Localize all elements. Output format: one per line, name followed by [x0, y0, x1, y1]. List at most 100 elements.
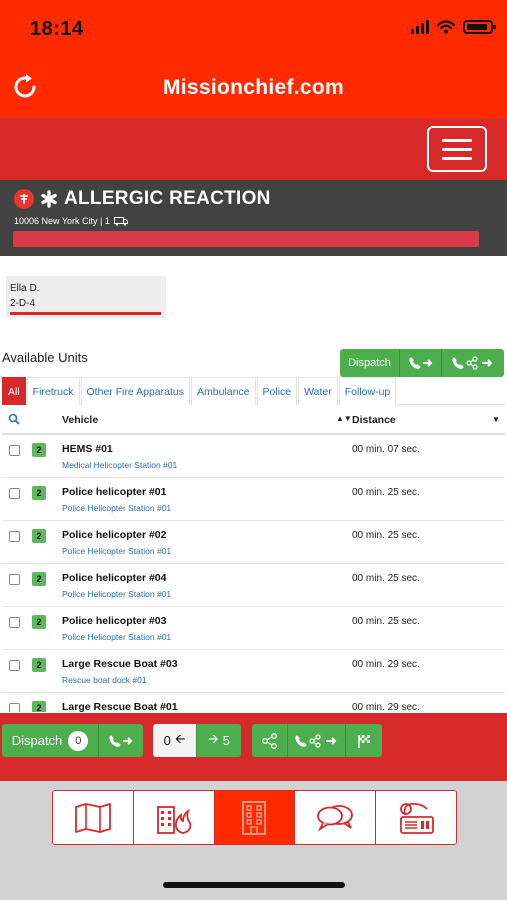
status-icons [411, 20, 496, 34]
mission-progress-bar [13, 231, 479, 247]
vehicle-distance: 00 min. 07 sec. [352, 444, 420, 455]
vehicle-name: Large Rescue Boat #01 [62, 701, 178, 712]
tab-follow-up[interactable]: Follow-up [338, 377, 397, 405]
patient-health-bar [10, 312, 161, 315]
dispatch-share-next-button[interactable] [442, 349, 504, 377]
vehicle-checkbox[interactable] [9, 574, 20, 585]
vehicle-list: 2 HEMS #01 Medical Helicopter Station #0… [2, 435, 505, 712]
map-icon [74, 802, 111, 833]
table-row[interactable]: 2 Police helicopter #03 Police Helicopte… [2, 607, 505, 650]
bottom-dispatch-bar: Dispatch 0 0 🡨 🡪 5 [0, 713, 507, 781]
dispatch-button-group: Dispatch [340, 349, 504, 377]
phone-share-arrow-icon [452, 356, 493, 370]
vehicle-name: Police helicopter #02 [62, 529, 167, 541]
tab-ambulance[interactable]: Ambulance [190, 377, 256, 405]
vehicle-checkbox[interactable] [9, 488, 20, 499]
vehicle-name: HEMS #01 [62, 443, 113, 455]
ambulance-icon [113, 217, 128, 226]
column-vehicle[interactable]: Vehicle [62, 414, 98, 426]
home-indicator[interactable] [163, 882, 345, 888]
vehicle-name: Police helicopter #01 [62, 486, 167, 498]
vehicle-distance: 00 min. 25 sec. [352, 487, 420, 498]
next-mission-button[interactable]: 🡪 5 [197, 724, 241, 757]
bottom-dispatch-next-button[interactable] [99, 724, 143, 757]
patient-card[interactable]: Ella D. 2-D-4 [6, 276, 166, 318]
chat-icon [317, 804, 354, 831]
menu-button[interactable] [427, 126, 487, 172]
dispatch-share-next-bottom-button[interactable] [288, 724, 346, 757]
radio-icon [400, 802, 434, 834]
share-mission-button[interactable] [252, 724, 288, 757]
tab-firetruck[interactable]: Firetruck [26, 377, 80, 405]
vehicle-distance: 00 min. 25 sec. [352, 573, 420, 584]
table-row[interactable]: 2 HEMS #01 Medical Helicopter Station #0… [2, 435, 505, 478]
search-icon[interactable] [8, 413, 20, 425]
patient-code: 2-D-4 [10, 298, 36, 309]
vehicle-checkbox[interactable] [9, 445, 20, 456]
vehicle-status-badge: 2 [32, 572, 46, 586]
mission-title: ALLERGIC REACTION [64, 188, 271, 209]
tab-missions[interactable] [214, 791, 296, 844]
vehicle-name: Police helicopter #03 [62, 615, 167, 627]
mission-type-icon [14, 189, 34, 209]
status-time: 18:14 [30, 18, 84, 40]
sort-icon[interactable]: ▲▼ [336, 414, 352, 423]
station-link[interactable]: Police Helicopter Station #01 [62, 632, 171, 642]
vehicle-status-badge: 2 [32, 443, 46, 457]
vehicle-status-badge: 2 [32, 658, 46, 672]
patient-name: Ella D. [10, 283, 40, 294]
table-row[interactable]: 2 Police helicopter #04 Police Helicopte… [2, 564, 505, 607]
tab-water[interactable]: Water [298, 377, 338, 405]
table-row[interactable]: 2 Large Rescue Boat #03 Rescue boat dock… [2, 650, 505, 693]
column-distance[interactable]: Distance [352, 414, 396, 426]
signal-icon [411, 20, 429, 34]
table-row[interactable]: 2 Police helicopter #01 Police Helicopte… [2, 478, 505, 521]
bottom-dispatch-button[interactable]: Dispatch 0 [2, 724, 99, 757]
table-row[interactable]: 2 Large Rescue Boat #01 00 min. 29 sec. [2, 693, 505, 712]
vehicle-checkbox[interactable] [9, 660, 20, 671]
vehicle-distance: 00 min. 29 sec. [352, 702, 420, 712]
station-link[interactable]: Rescue boat dock #01 [62, 675, 147, 685]
share-icon [261, 732, 277, 749]
tab-buildings-fire[interactable] [133, 791, 215, 844]
dispatch-button[interactable]: Dispatch [340, 349, 400, 377]
vehicle-distance: 00 min. 25 sec. [352, 530, 420, 541]
available-units-title: Available Units [2, 350, 88, 365]
vehicle-checkbox[interactable] [9, 617, 20, 628]
tab-map[interactable] [53, 791, 134, 844]
tab-police[interactable]: Police [256, 377, 298, 405]
dispatch-next-button[interactable] [400, 349, 442, 377]
station-link[interactable]: Police Helicopter Station #01 [62, 589, 171, 599]
station-link[interactable]: Police Helicopter Station #01 [62, 546, 171, 556]
phone-arrow-icon [109, 735, 133, 747]
finish-mission-button[interactable] [346, 724, 382, 757]
star-of-life-icon [41, 190, 57, 208]
previous-mission-button[interactable]: 0 🡨 [153, 724, 197, 757]
vehicle-category-tabs: All Firetruck Other Fire Apparatus Ambul… [2, 377, 505, 405]
mission-location: 10006 New York City | 1 [14, 216, 128, 226]
vehicle-status-badge: 2 [32, 486, 46, 500]
table-row[interactable]: 2 Police helicopter #02 Police Helicopte… [2, 521, 505, 564]
sort-down-icon[interactable]: ▼ [492, 415, 500, 424]
vehicle-checkbox[interactable] [9, 703, 20, 712]
vehicle-distance: 00 min. 29 sec. [352, 659, 420, 670]
bottom-tab-bar [52, 790, 457, 845]
vehicle-checkbox[interactable] [9, 531, 20, 542]
table-header: Vehicle ▲▼ Distance ▼ [2, 405, 505, 435]
fire-building-icon [156, 805, 191, 834]
station-link[interactable]: Police Helicopter Station #01 [62, 503, 171, 513]
tab-other-fire-apparatus[interactable]: Other Fire Apparatus [80, 377, 190, 405]
battery-icon [463, 20, 496, 34]
station-link[interactable]: Medical Helicopter Station #01 [62, 460, 177, 470]
tab-all[interactable]: All [2, 377, 26, 405]
app-title: Missionchief.com [162, 76, 344, 99]
vehicle-name: Police helicopter #04 [62, 572, 167, 584]
dispatch-count: 0 [68, 730, 89, 751]
tab-radio[interactable] [376, 791, 456, 844]
tab-chat[interactable] [295, 791, 377, 844]
app-header: 18:14 Missionchief.com [0, 0, 507, 118]
wifi-icon [437, 20, 455, 34]
vehicle-status-badge: 2 [32, 701, 46, 712]
checkered-flag-icon [358, 734, 370, 748]
vehicle-status-badge: 2 [32, 615, 46, 629]
